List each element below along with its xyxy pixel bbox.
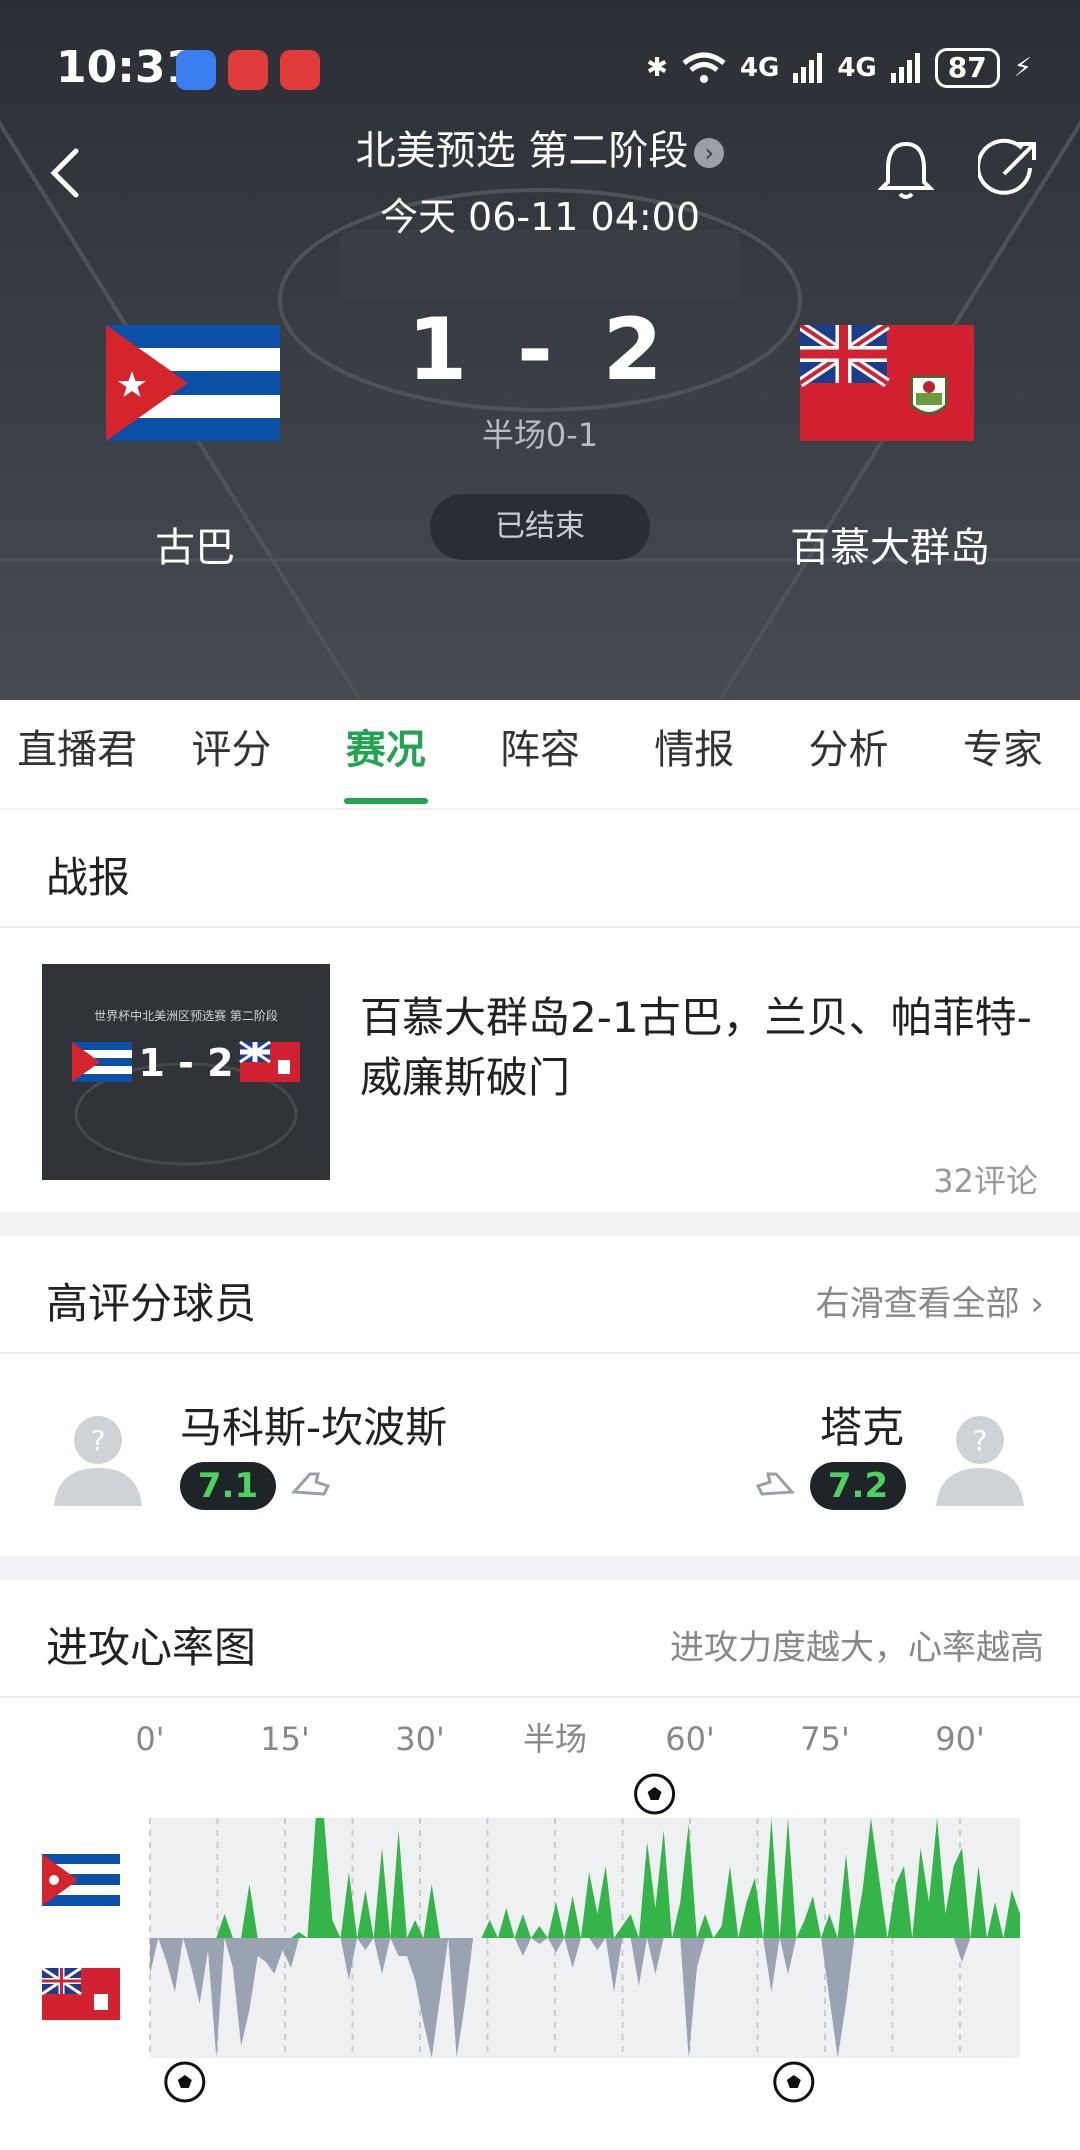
attack-heart-card: 进攻心率图 进攻力度越大，心率越高 0' 15' 30' 半场 60' 75' 90' — [0, 1580, 1080, 2150]
see-all-link[interactable]: 右滑查看全部 › — [816, 1276, 1044, 1325]
away-team-flag[interactable] — [800, 325, 974, 441]
top-players-title: 高评分球员 — [46, 1279, 257, 1328]
attack-heart-header: 进攻心率图 进攻力度越大，心率越高 — [0, 1580, 1080, 1698]
tab-match-stats[interactable]: 赛况 — [309, 700, 463, 808]
x-tick-label: 75' — [800, 1720, 850, 1758]
away-team-flag-small — [41, 1966, 120, 2020]
x-tick-label: 半场 — [523, 1720, 587, 1758]
charging-icon: ⚡ — [1013, 53, 1032, 83]
match-header: 10:31 ✱ 4G 4G 87 ⚡ 北美预选 第二阶段 › 今天 06-11 0… — [0, 0, 1080, 700]
report-card: 战报 世界杯中北美洲区预选赛 第二阶段 1 - 2 百慕大群岛2-1古巴，兰贝、… — [0, 810, 1080, 1212]
chevron-right-icon: › — [1030, 1284, 1044, 1324]
home-team-name[interactable]: 古巴 — [95, 515, 295, 573]
wifi-icon — [682, 52, 726, 83]
report-news-item[interactable]: 世界杯中北美洲区预选赛 第二阶段 1 - 2 百慕大群岛2-1古巴，兰贝、帕菲特… — [0, 928, 1080, 1218]
signal-icon: 4G — [739, 53, 780, 83]
tab-bar: 直播君 评分 赛况 阵容 情报 分析 专家 — [0, 700, 1080, 808]
home-team-flag-small — [42, 1854, 120, 1906]
tab-intel[interactable]: 情报 — [617, 700, 771, 808]
competition-label: 北美预选 第二阶段 — [355, 128, 689, 174]
avatar-placeholder-icon[interactable]: ? — [48, 1406, 148, 1506]
away-player-name[interactable]: 塔克 — [820, 1394, 904, 1455]
report-section-title: 战报 — [46, 853, 131, 902]
home-player-rating: 7.1 — [180, 1462, 276, 1510]
tab-lineup[interactable]: 阵容 — [463, 700, 617, 808]
x-tick-label: 60' — [665, 1720, 715, 1758]
svg-text:?: ? — [973, 1424, 988, 1457]
boot-icon — [290, 1472, 331, 1496]
goal-ball-icon — [164, 2061, 206, 2103]
top-players-row: ? 马科斯-坎波斯 7.1 7.2 塔克 ? — [0, 1354, 1080, 1554]
bell-icon[interactable] — [878, 138, 934, 202]
system-icons: ✱ 4G 4G 87 ⚡ — [646, 44, 1032, 92]
status-bar: 10:31 ✱ 4G 4G 87 ⚡ — [0, 0, 1080, 130]
tab-experts[interactable]: 专家 — [926, 700, 1080, 808]
attack-heart-title: 进攻心率图 — [46, 1623, 257, 1672]
x-tick-label: 0' — [135, 1720, 164, 1758]
report-headline[interactable]: 百慕大群岛2-1古巴，兰贝、帕菲特-威廉斯破门 — [360, 988, 1040, 1108]
shopping-notification-icon — [280, 50, 320, 90]
report-comment-count: 32评论 — [933, 1162, 1038, 1200]
bluetooth-icon: ✱ — [646, 53, 668, 83]
report-header: 战报 — [0, 810, 1080, 928]
tab-live[interactable]: 直播君 — [0, 700, 154, 808]
thumbnail-caption: 世界杯中北美洲区预选赛 第二阶段 — [94, 1008, 278, 1023]
svg-text:?: ? — [91, 1424, 106, 1457]
shopping-notification-icon — [228, 50, 268, 90]
tab-analysis[interactable]: 分析 — [771, 700, 925, 808]
attack-heart-hint: 进攻力度越大，心率越高 — [670, 1628, 1044, 1668]
goal-ball-icon — [634, 1773, 676, 1815]
x-tick-label: 15' — [260, 1720, 310, 1758]
signal-bars-icon — [890, 53, 920, 83]
battery-icon: 87 — [934, 48, 1000, 88]
x-tick-label: 90' — [935, 1720, 985, 1758]
top-players-header: 高评分球员 右滑查看全部 › — [0, 1236, 1080, 1354]
avatar-placeholder-icon[interactable]: ? — [930, 1406, 1030, 1506]
chevron-right-icon: › — [694, 138, 725, 168]
home-player-name[interactable]: 马科斯-坎波斯 — [180, 1394, 447, 1455]
thumbnail-score: 1 - 2 — [138, 1041, 233, 1085]
thumbnail-image: 世界杯中北美洲区预选赛 第二阶段 1 - 2 — [42, 964, 330, 1180]
heart-chart-svg: 0' 15' 30' 半场 60' 75' 90' — [41, 1720, 1020, 2103]
app-notification-icon — [176, 50, 216, 90]
away-team-name[interactable]: 百慕大群岛 — [770, 515, 1010, 573]
top-players-card: 高评分球员 右滑查看全部 › ? 马科斯-坎波斯 7.1 7.2 塔克 ? — [0, 1236, 1080, 1556]
away-player-rating: 7.2 — [810, 1462, 906, 1510]
tab-ratings[interactable]: 评分 — [154, 700, 308, 808]
goal-ball-icon — [773, 2061, 815, 2103]
report-thumbnail[interactable]: 世界杯中北美洲区预选赛 第二阶段 1 - 2 — [42, 964, 330, 1180]
see-all-label: 右滑查看全部 — [815, 1284, 1020, 1324]
match-state-badge: 已结束 — [430, 494, 650, 560]
signal-icon: 4G — [837, 53, 877, 83]
boot-icon — [755, 1472, 796, 1496]
signal-bars-icon — [793, 53, 823, 83]
attack-heart-chart: 0' 15' 30' 半场 60' 75' 90' — [0, 1698, 1080, 2150]
share-icon[interactable] — [978, 138, 1038, 202]
x-tick-label: 30' — [395, 1720, 445, 1758]
